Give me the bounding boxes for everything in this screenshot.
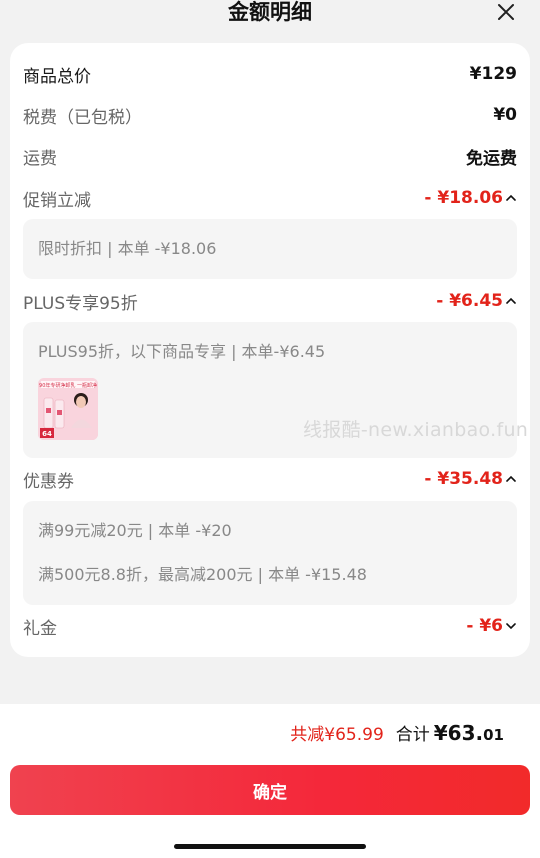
sum-label: 合计 [395,725,430,745]
row-promo[interactable]: 促销立减 - ¥18.06 [23,183,517,213]
row-plus[interactable]: PLUS专享95折 - ¥6.45 [23,286,517,316]
saved-amount: 共减¥65.99 [290,725,384,745]
thumb-headline: 90年专研净卸乳 一瓶卸净 [39,382,97,389]
tax-label: 税费（已包税） [23,107,142,128]
promo-detail-box: 限时折扣 | 本单 -¥18.06 [23,219,517,279]
row-tax: 税费（已包税） ¥0 [23,100,517,130]
coupon-detail-2: 满500元8.8折，最高减200元 | 本单 -¥15.48 [38,565,367,584]
total-price-label: 商品总价 [23,66,91,87]
gift-label: 礼金 [23,618,57,639]
shipping-label: 运费 [23,148,57,169]
product-thumbnail[interactable]: 90年专研净卸乳 一瓶卸净 64 [38,378,98,440]
plus-label: PLUS专享95折 [23,293,138,314]
product-image: 90年专研净卸乳 一瓶卸净 64 [38,378,98,440]
promo-amount: - ¥18.06 [424,188,503,208]
chevron-up-icon[interactable] [505,473,517,485]
bottom-bar: 共减¥65.99 合计 ¥63. 01 确定 [0,704,540,858]
total-price-value: ¥129 [469,64,517,84]
plus-amount: - ¥6.45 [436,291,503,311]
row-coupon[interactable]: 优惠券 - ¥35.48 [23,464,517,494]
sheet-header: 金额明细 [0,0,540,30]
shipping-value: 免运费 [466,148,517,169]
plus-detail: PLUS95折，以下商品专享 | 本单-¥6.45 [38,342,326,361]
row-gift[interactable]: 礼金 - ¥6 [23,611,517,641]
gift-amount: - ¥6 [466,616,503,636]
amount-detail-card: 商品总价 ¥129 税费（已包税） ¥0 运费 免运费 促销立减 - ¥18.0… [10,43,530,657]
coupon-label: 优惠券 [23,471,74,492]
home-indicator [174,844,366,849]
close-icon[interactable] [494,0,518,24]
sum-integer: ¥63. [433,721,484,745]
promo-value[interactable]: - ¥18.06 [424,188,517,208]
plus-value[interactable]: - ¥6.45 [436,291,517,311]
coupon-detail-box: 满99元减20元 | 本单 -¥20 满500元8.8折，最高减200元 | 本… [23,501,517,605]
gift-value[interactable]: - ¥6 [466,616,517,636]
totals: 共减¥65.99 合计 ¥63. 01 [290,720,504,745]
promo-label: 促销立减 [23,190,91,211]
watermark: 线报酷-new.xianbao.fun [303,419,529,441]
page-title: 金额明细 [228,0,312,24]
chevron-down-icon[interactable] [505,620,517,632]
coupon-detail-1: 满99元减20元 | 本单 -¥20 [38,521,232,540]
chevron-up-icon[interactable] [505,295,517,307]
coupon-value[interactable]: - ¥35.48 [424,469,517,489]
chevron-up-icon[interactable] [505,192,517,204]
thumb-badge: 64 [42,430,52,438]
sum-decimal: 01 [483,726,504,744]
row-total-price: 商品总价 ¥129 [23,59,517,89]
row-shipping: 运费 免运费 [23,141,517,171]
tax-value: ¥0 [493,105,517,125]
promo-detail: 限时折扣 | 本单 -¥18.06 [38,239,217,258]
coupon-amount: - ¥35.48 [424,469,503,489]
confirm-button[interactable]: 确定 [10,765,530,815]
